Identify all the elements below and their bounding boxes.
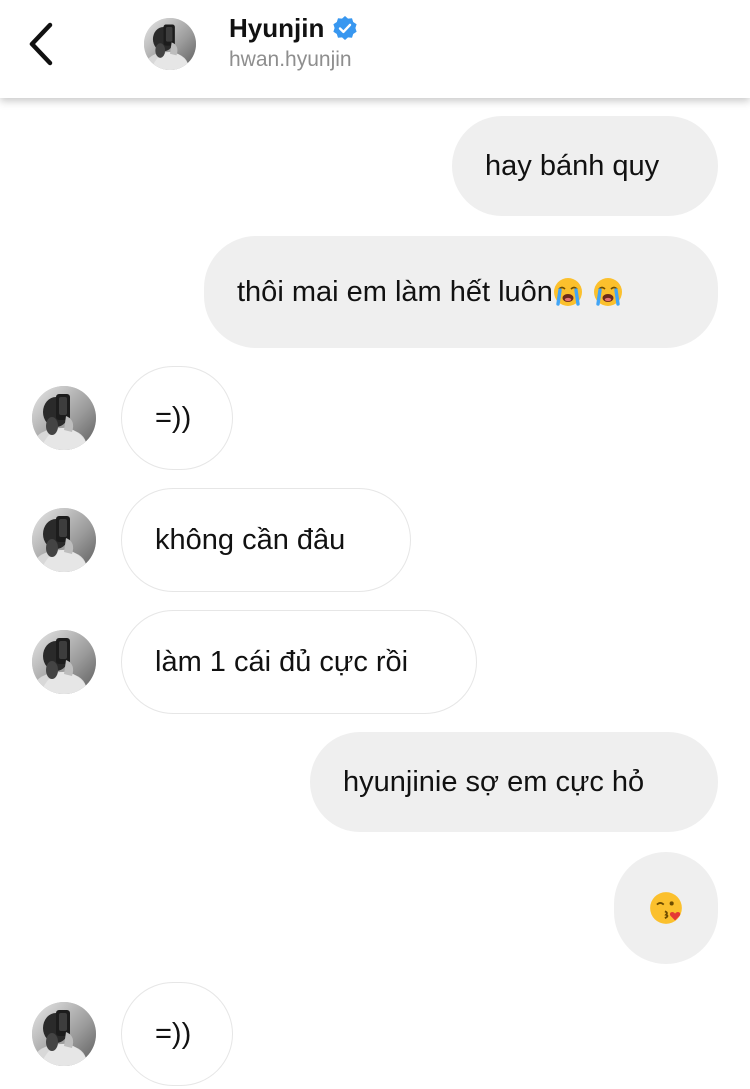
profile-avatar[interactable]: [144, 18, 196, 70]
message-text: hyunjinie sợ em cực hỏ: [343, 766, 645, 798]
message-text: thôi mai em làm hết luôn: [237, 276, 553, 308]
message-text: không cần đâu: [155, 524, 346, 556]
sender-avatar[interactable]: [32, 1002, 96, 1066]
chat-header: Hyunjin hwan.hyunjin: [0, 0, 750, 98]
incoming-message[interactable]: =)): [121, 366, 233, 470]
incoming-message[interactable]: làm 1 cái đủ cực rồi: [121, 610, 477, 714]
sender-avatar[interactable]: [32, 630, 96, 694]
outgoing-message[interactable]: hyunjinie sợ em cực hỏ: [310, 732, 718, 832]
incoming-message[interactable]: =)): [121, 982, 233, 1086]
outgoing-message[interactable]: hay bánh quy: [452, 116, 718, 216]
incoming-message[interactable]: không cần đâu: [121, 488, 411, 592]
face-blowing-a-kiss-emoji: [649, 891, 683, 925]
profile-name: Hyunjin: [229, 13, 325, 43]
loudly-crying-face-emoji: [592, 277, 623, 307]
message-text: =)): [155, 1018, 192, 1050]
outgoing-message[interactable]: thôi mai em làm hết luôn: [204, 236, 718, 348]
message-text: =)): [155, 402, 192, 434]
message-text: làm 1 cái đủ cực rồi: [155, 646, 409, 678]
back-button[interactable]: [22, 20, 62, 68]
sender-avatar[interactable]: [32, 508, 96, 572]
verified-badge-icon: [333, 16, 357, 40]
message-text: hay bánh quy: [485, 150, 660, 182]
profile-username: hwan.hyunjin: [229, 48, 352, 71]
sender-avatar[interactable]: [32, 386, 96, 450]
outgoing-emoji-message[interactable]: [614, 852, 718, 964]
profile-title-row[interactable]: Hyunjin: [229, 12, 358, 44]
chevron-left-icon: [29, 22, 53, 66]
loudly-crying-face-emoji: [552, 277, 583, 307]
